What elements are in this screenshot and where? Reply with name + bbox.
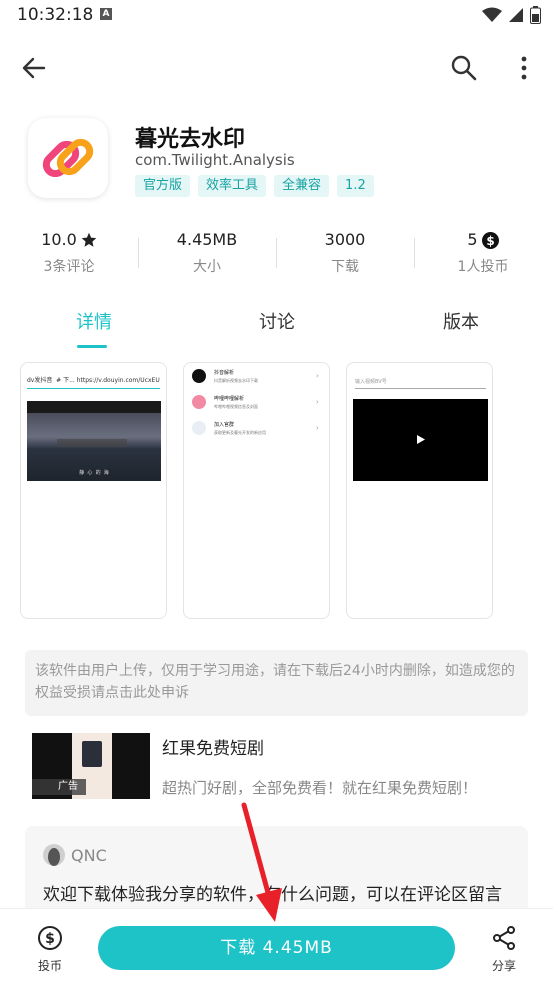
downloads-value: 3000 xyxy=(324,230,366,249)
screenshot-1[interactable]: dv发抖音 # 下... https://v.douyin.com/UcxEUH… xyxy=(20,362,167,619)
screenshot-video-frame: 静 心 的 海 xyxy=(27,401,161,481)
status-bar: 10:32:18 A xyxy=(0,0,553,32)
comment-username[interactable]: QNC xyxy=(71,846,107,865)
downloads-label: 下载 xyxy=(331,259,359,275)
tab-indicator xyxy=(77,345,107,348)
item-title: 抖音解析 xyxy=(214,370,235,376)
stat-coins[interactable]: 5 $ 1人投币 xyxy=(414,230,552,276)
dollar-coin-icon: $ xyxy=(38,926,62,950)
item-title: 哔哩哔哩解析 xyxy=(214,396,245,402)
tag-official[interactable]: 官方版 xyxy=(135,175,191,197)
bottom-action-bar: $ 投币 下载 4.45MB 分享 xyxy=(0,908,553,984)
tag-category[interactable]: 效率工具 xyxy=(198,175,267,197)
download-button[interactable]: 下载 4.45MB xyxy=(98,926,455,970)
avatar xyxy=(43,844,65,866)
upload-notice[interactable]: 该软件由用户上传，仅用于学习用途，请在下载后24小时内删除，如造成您的权益受损请… xyxy=(25,650,528,716)
signal-icon xyxy=(509,8,523,22)
ad-badge: 广告 xyxy=(32,779,86,795)
app-icon xyxy=(28,118,108,198)
item-desc: 抖音解析视频去水印下载 xyxy=(214,378,258,383)
rating-value: 10.0 xyxy=(41,230,77,249)
share-button[interactable]: 分享 xyxy=(484,925,524,974)
video-caption: 静 心 的 海 xyxy=(79,470,109,476)
more-button[interactable] xyxy=(508,52,540,84)
wifi-icon xyxy=(482,7,502,22)
more-vertical-icon xyxy=(521,56,527,80)
size-label: 大小 xyxy=(193,259,221,275)
ad-description[interactable]: 超热门好剧，全部免费看！就在红果免费短剧！ xyxy=(162,777,477,798)
app-package: com.Twilight.Analysis xyxy=(135,151,295,169)
stat-downloads: 3000 下载 xyxy=(276,230,414,276)
share-label: 分享 xyxy=(491,959,516,973)
tag-compat[interactable]: 全兼容 xyxy=(274,175,330,197)
star-icon xyxy=(81,232,97,247)
app-tags: 官方版 效率工具 全兼容 1.2 xyxy=(135,175,374,197)
tab-details[interactable]: 详情 xyxy=(76,308,112,334)
ad-title[interactable]: 红果免费短剧 xyxy=(162,734,264,759)
comment-text: 欢迎下载体验我分享的软件，有什么问题，可以在评论区留言 xyxy=(43,885,502,905)
qq-icon xyxy=(192,421,206,435)
tab-discussion[interactable]: 讨论 xyxy=(259,308,295,334)
stat-rating[interactable]: 10.0 3条评论 xyxy=(0,230,138,276)
status-icons xyxy=(482,6,541,24)
battery-icon xyxy=(530,6,541,24)
screenshot-2[interactable]: 抖音解析 抖音解析视频去水印下载 › 哔哩哔哩解析 哔哩哔哩视频信息及封面 › … xyxy=(183,362,330,619)
stats-row: 10.0 3条评论 4.45MB 大小 3000 下载 5 $ 1人投币 xyxy=(0,230,553,280)
back-button[interactable] xyxy=(18,52,50,84)
bv-input: 输入视频BV号 xyxy=(355,375,486,389)
top-bar xyxy=(0,44,553,88)
stat-size: 4.45MB 大小 xyxy=(138,230,276,276)
ad-thumbnail[interactable]: 广告 xyxy=(32,733,150,799)
play-icon xyxy=(417,435,425,444)
item-desc: 哔哩哔哩视频信息及封面 xyxy=(214,404,258,409)
link-chain-icon xyxy=(42,138,94,178)
coins-value: 5 xyxy=(467,230,478,249)
video-player xyxy=(353,399,488,481)
size-value: 4.45MB xyxy=(176,230,238,249)
item-desc: 获取更新及暮光开发的新应用 xyxy=(214,430,266,435)
bilibili-icon xyxy=(192,395,206,409)
search-icon xyxy=(451,55,477,81)
dollar-coin-icon: $ xyxy=(481,231,499,249)
tiktok-icon xyxy=(192,369,206,383)
status-time: 10:32:18 xyxy=(17,5,94,25)
tag-version[interactable]: 1.2 xyxy=(337,175,374,197)
tab-bar: 详情 讨论 版本 xyxy=(0,300,553,350)
screenshot-url-bar: dv发抖音 # 下... https://v.douyin.com/UcxEUH… xyxy=(27,375,160,389)
svg-text:$: $ xyxy=(45,931,55,947)
search-button[interactable] xyxy=(448,52,480,84)
coin-label: 投币 xyxy=(37,959,62,973)
screenshot-3[interactable]: 输入视频BV号 xyxy=(346,362,493,619)
item-title: 加入官群 xyxy=(214,422,235,428)
coin-button[interactable]: $ 投币 xyxy=(28,925,72,974)
coins-label: 1人投币 xyxy=(457,259,509,275)
tab-versions[interactable]: 版本 xyxy=(443,308,479,334)
share-icon xyxy=(493,926,515,950)
notification-icon: A xyxy=(100,8,112,20)
chevron-right-icon: › xyxy=(316,398,319,406)
svg-text:$: $ xyxy=(486,234,494,248)
chevron-right-icon: › xyxy=(316,372,319,380)
app-name: 暮光去水印 xyxy=(135,127,246,152)
chevron-right-icon: › xyxy=(316,424,319,432)
rating-label: 3条评论 xyxy=(43,259,95,275)
back-arrow-icon xyxy=(22,57,46,79)
